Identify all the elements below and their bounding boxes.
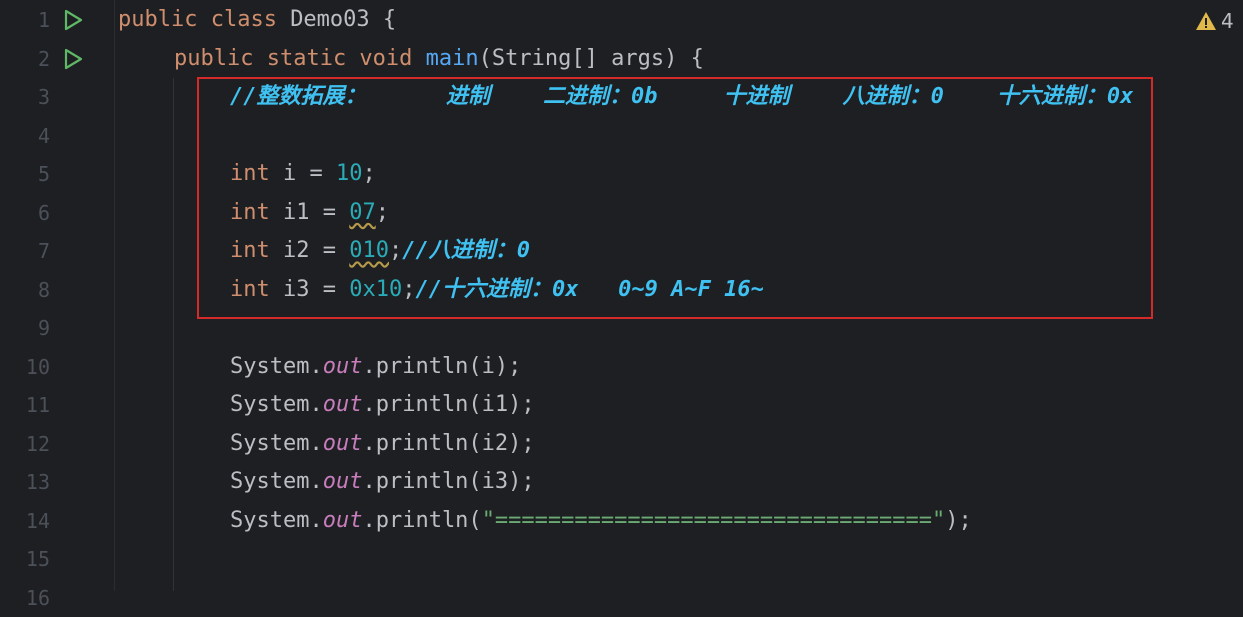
line-number[interactable]: 7 [0,232,50,270]
line-number[interactable]: 4 [0,117,50,155]
warnings-count: 4 [1221,9,1234,33]
code-token: "=================================" [481,507,946,533]
code-token: Demo03 { [290,7,397,32]
code-token: System. [230,430,323,456]
line-number[interactable]: 3 [0,78,50,116]
code-token: public class [118,7,291,32]
code-line[interactable]: System.out.println(i2); [230,425,535,463]
line-number[interactable]: 14 [0,502,50,540]
code-line[interactable]: System.out.println(i); [230,348,521,386]
line-number[interactable]: 12 [0,425,50,463]
code-token: .println(i); [362,353,522,379]
code-token: System. [230,469,323,494]
code-token: System. [230,353,323,379]
code-token: out [322,469,363,494]
code-line[interactable]: public class Demo03 { [118,1,396,39]
code-token: out [322,430,363,456]
code-token: main [425,45,479,71]
highlight-box [197,77,1153,319]
code-token: .println(i1); [362,392,535,417]
line-number[interactable]: 15 [0,540,50,578]
run-icon[interactable] [62,48,84,70]
code-token: out [322,507,363,533]
code-line[interactable]: System.out.println(i3); [230,463,535,501]
line-number[interactable]: 9 [0,309,50,347]
code-line[interactable]: public static void main(String[] args) { [174,40,704,78]
line-number[interactable]: 13 [0,463,50,501]
code-token: out [322,353,363,379]
line-number[interactable]: 2 [0,40,50,78]
code-token: ); [945,507,972,533]
line-number[interactable]: 5 [0,155,50,193]
line-number[interactable]: 10 [0,348,50,386]
code-token: System. [230,392,323,417]
code-token: out [322,392,363,417]
line-number[interactable]: 8 [0,271,50,309]
code-token: .println( [362,507,482,533]
code-token: public static void [174,45,426,71]
code-token: .println(i3); [362,469,535,494]
line-number[interactable]: 16 [0,579,50,617]
code-token: System. [230,507,323,533]
line-number[interactable]: 1 [0,1,50,39]
line-number[interactable]: 6 [0,194,50,232]
line-number[interactable]: 11 [0,386,50,424]
code-token: .println(i2); [362,430,535,456]
warning-icon [1196,12,1216,30]
gutter-separator [114,0,115,591]
indent-guide [173,78,174,591]
warnings-indicator[interactable]: 4 [1195,8,1234,34]
code-line[interactable]: System.out.println(i1); [230,386,535,424]
code-token: (String[] args) { [478,45,704,71]
code-line[interactable]: System.out.println("====================… [230,502,972,540]
run-icon[interactable] [62,9,84,31]
